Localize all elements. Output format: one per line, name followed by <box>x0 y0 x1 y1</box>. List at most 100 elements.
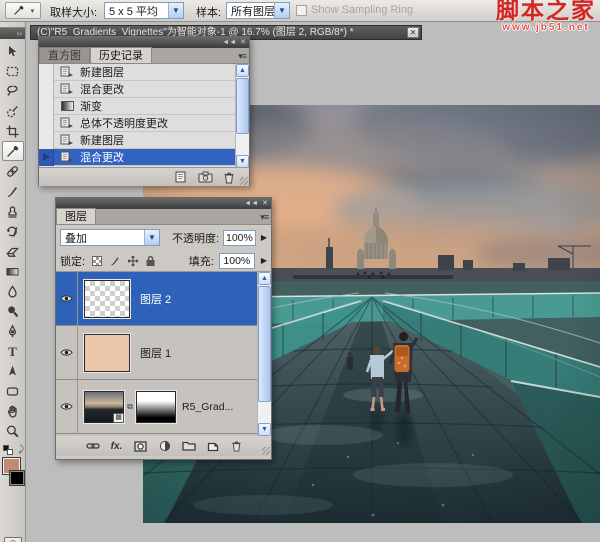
lock-all-icon[interactable] <box>144 254 157 267</box>
scroll-up-icon[interactable]: ▲ <box>258 272 271 285</box>
mask-link-icon[interactable]: ⧉ <box>124 402 136 412</box>
visibility-toggle[interactable] <box>56 380 78 434</box>
layer-row[interactable]: ▦ ⧉ R5_Grad... <box>56 380 259 434</box>
rectangular-marquee-tool[interactable] <box>2 61 24 81</box>
quick-selection-tool[interactable] <box>2 101 24 121</box>
eraser-tool[interactable] <box>2 241 24 261</box>
lock-transparency-icon[interactable] <box>90 254 103 267</box>
link-layers-icon[interactable] <box>84 442 101 450</box>
close-panel-icon[interactable]: ✕ <box>262 200 268 208</box>
panel-menu-icon[interactable]: ▾≡ <box>238 51 246 62</box>
tool-preset-picker[interactable]: ▾ <box>5 2 41 19</box>
adjustment-layer-icon[interactable] <box>156 440 173 452</box>
default-colors-icon[interactable] <box>3 445 13 455</box>
history-source-cell[interactable] <box>39 132 54 149</box>
sample-select[interactable]: 所有图层 ▼ <box>226 2 290 19</box>
hand-tool[interactable] <box>2 401 24 421</box>
collapse-panel-icon[interactable]: ◄◄ <box>222 39 236 47</box>
toolbox-collapse-button[interactable]: ›› <box>0 27 25 39</box>
scroll-down-icon[interactable]: ▼ <box>258 423 271 436</box>
history-source-cell[interactable] <box>39 81 54 98</box>
history-brush-tool[interactable] <box>2 221 24 241</box>
opacity-slider-icon[interactable]: ▶ <box>261 233 267 242</box>
new-group-icon[interactable] <box>180 441 197 451</box>
show-sampling-ring-checkbox[interactable]: Show Sampling Ring <box>296 4 413 16</box>
layer-row[interactable]: 图层 1 <box>56 326 259 380</box>
layer-thumbnail[interactable] <box>84 334 130 372</box>
history-source-cell[interactable] <box>39 64 54 81</box>
healing-brush-tool[interactable] <box>2 161 24 181</box>
scroll-up-icon[interactable]: ▲ <box>236 64 249 77</box>
history-entry-selected[interactable]: 混合更改 <box>39 149 237 166</box>
history-entry[interactable]: 新建图层 <box>39 132 237 149</box>
new-document-from-state-icon[interactable] <box>174 171 189 183</box>
history-entry[interactable]: 混合更改 <box>39 81 237 98</box>
close-document-icon[interactable]: ✕ <box>407 27 419 38</box>
layer-thumbnail[interactable] <box>84 280 130 318</box>
new-layer-icon[interactable] <box>204 440 221 452</box>
layers-scrollbar[interactable]: ▲ ▼ <box>257 272 271 436</box>
blur-tool[interactable] <box>2 281 24 301</box>
visibility-toggle[interactable] <box>56 326 78 380</box>
layer-style-icon[interactable]: fx. <box>108 441 125 452</box>
move-tool[interactable] <box>2 41 24 61</box>
layers-tab-row: 图层 ▾≡ <box>56 209 271 225</box>
type-tool[interactable]: T <box>2 341 24 361</box>
sample-size-select[interactable]: 5 x 5 平均 ▼ <box>104 2 184 19</box>
resize-grip[interactable] <box>240 177 248 185</box>
history-scrollbar[interactable]: ▲ ▼ <box>235 64 249 168</box>
zoom-tool[interactable] <box>2 421 24 441</box>
scrollbar-thumb[interactable] <box>258 286 271 402</box>
tab-history[interactable]: 历史记录 <box>90 47 152 63</box>
chevron-down-icon: ▼ <box>144 230 159 245</box>
fill-slider-icon[interactable]: ▶ <box>261 256 267 265</box>
tab-layers[interactable]: 图层 <box>56 208 96 224</box>
history-source-cell[interactable] <box>39 115 54 132</box>
delete-layer-icon[interactable] <box>228 440 245 452</box>
pen-tool[interactable] <box>2 321 24 341</box>
tab-histogram[interactable]: 直方图 <box>39 47 90 63</box>
history-source-cell[interactable] <box>39 149 54 166</box>
history-entry[interactable]: 总体不透明度更改 <box>39 115 237 132</box>
layers-list: 图层 2 图层 1 ▦ ⧉ R5_Grad... ▲ ▼ <box>56 272 271 436</box>
lasso-tool[interactable] <box>2 81 24 101</box>
crop-tool[interactable] <box>2 121 24 141</box>
close-panel-icon[interactable]: ✕ <box>240 39 246 47</box>
blend-mode-select[interactable]: 叠加 ▼ <box>60 229 160 246</box>
dodge-tool[interactable] <box>2 301 24 321</box>
history-entry[interactable]: 新建图层 <box>39 64 237 81</box>
smart-object-thumbnail[interactable]: ▦ <box>84 391 124 423</box>
panel-menu-icon[interactable]: ▾≡ <box>260 212 268 223</box>
add-mask-icon[interactable] <box>132 441 149 452</box>
gradient-tool[interactable] <box>2 261 24 281</box>
visibility-toggle[interactable] <box>56 272 78 326</box>
background-color-swatch[interactable] <box>9 470 25 486</box>
clone-stamp-tool[interactable] <box>2 201 24 221</box>
resize-grip[interactable] <box>262 447 270 455</box>
delete-icon[interactable] <box>223 171 235 184</box>
layer-state-icon <box>60 151 74 163</box>
history-entry[interactable]: 渐变 <box>39 98 237 115</box>
new-snapshot-icon[interactable] <box>198 171 214 183</box>
swap-colors-icon[interactable]: ⤸ <box>19 444 24 455</box>
scrollbar-thumb[interactable] <box>236 78 249 134</box>
eye-icon <box>60 294 73 303</box>
history-panel-bottom <box>39 168 249 186</box>
toolbox: ›› T ⤸ <box>0 22 26 542</box>
fill-value[interactable]: 100% <box>219 253 255 269</box>
gradient-state-icon <box>61 101 74 111</box>
path-selection-tool[interactable] <box>2 361 24 381</box>
quick-mask-button[interactable] <box>4 537 22 542</box>
brush-tool[interactable] <box>2 181 24 201</box>
opacity-value[interactable]: 100% <box>223 230 256 246</box>
scroll-down-icon[interactable]: ▼ <box>236 155 249 168</box>
history-source-cell[interactable] <box>39 98 54 115</box>
eyedropper-tool[interactable] <box>2 141 24 161</box>
layer-row-selected[interactable]: 图层 2 <box>56 272 259 326</box>
layer-state-icon <box>60 66 74 78</box>
layer-mask-thumbnail[interactable] <box>136 391 176 423</box>
lock-image-icon[interactable] <box>108 254 121 267</box>
shape-tool[interactable] <box>2 381 24 401</box>
collapse-panel-icon[interactable]: ◄◄ <box>244 200 258 208</box>
lock-position-icon[interactable] <box>126 254 139 267</box>
